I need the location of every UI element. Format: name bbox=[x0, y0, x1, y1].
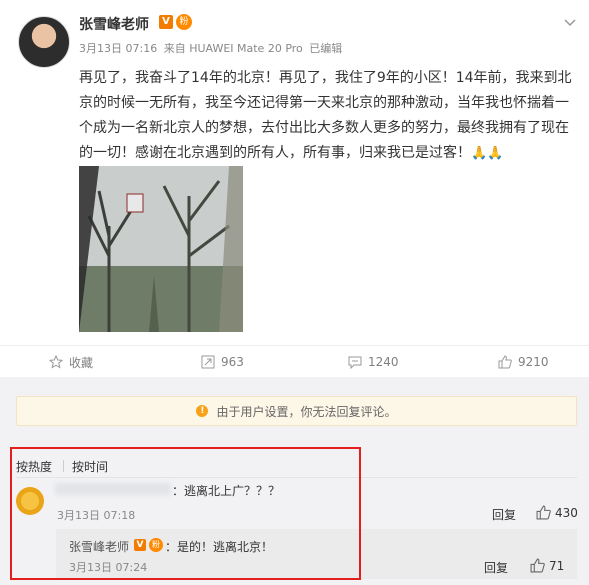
post-date[interactable]: 3月13日 07:16 bbox=[79, 42, 157, 55]
author-name[interactable]: 张雪峰老师 bbox=[79, 14, 149, 34]
comment-button[interactable]: 1240 bbox=[348, 346, 399, 378]
favorite-label: 收藏 bbox=[69, 355, 94, 370]
thumbs-up-icon bbox=[536, 505, 551, 520]
repost-button[interactable]: 963 bbox=[201, 346, 244, 378]
notice-text: 由于用户设置，你无法回复评论。 bbox=[216, 404, 397, 419]
star-icon bbox=[49, 355, 63, 369]
weibo-post: 张雪峰老师 V 粉 3月13日 07:16 来自 HUAWEI Mate 20 … bbox=[0, 0, 589, 585]
edited-label[interactable]: 已编辑 bbox=[309, 42, 342, 55]
like-button[interactable]: 9210 bbox=[498, 346, 549, 378]
repost-count: 963 bbox=[221, 355, 244, 369]
post-source: 来自 HUAWEI Mate 20 Pro bbox=[163, 42, 303, 55]
highlight-box bbox=[10, 447, 361, 580]
repost-icon bbox=[201, 355, 215, 369]
photo-scene bbox=[79, 166, 243, 332]
author-avatar[interactable] bbox=[18, 16, 70, 68]
sub-reply-reply-link[interactable]: 回复 bbox=[484, 559, 508, 576]
sub-reply-like-count: 71 bbox=[549, 558, 565, 573]
reply-disabled-notice: ! 由于用户设置，你无法回复评论。 bbox=[16, 396, 577, 426]
favorite-button[interactable]: 收藏 bbox=[49, 346, 93, 378]
action-bar: 收藏 963 1240 9210 bbox=[0, 345, 589, 378]
comment-reply-link[interactable]: 回复 bbox=[492, 506, 516, 523]
chevron-down-icon[interactable] bbox=[562, 14, 578, 30]
post-photo[interactable] bbox=[79, 166, 243, 332]
comment-icon bbox=[348, 356, 362, 369]
comment-like-button[interactable]: 430 bbox=[536, 505, 578, 520]
verified-badge-icon: V bbox=[159, 15, 173, 29]
thumbs-up-icon bbox=[530, 558, 545, 573]
post-meta: 3月13日 07:16 来自 HUAWEI Mate 20 Pro 已编辑 bbox=[79, 40, 345, 56]
pray-emoji: 🙏🙏 bbox=[471, 146, 504, 161]
comment-like-count: 430 bbox=[555, 505, 578, 520]
like-count: 9210 bbox=[518, 355, 549, 369]
thumbs-up-icon bbox=[498, 355, 512, 369]
warning-icon: ! bbox=[196, 405, 209, 417]
post-text: 再见了，我奋斗了14年的北京！再见了，我住了9年的小区！14年前，我来到北京的时… bbox=[79, 66, 579, 166]
sub-reply-like-button[interactable]: 71 bbox=[530, 558, 564, 573]
fan-badge-icon: 粉 bbox=[176, 14, 192, 30]
comment-count: 1240 bbox=[368, 355, 399, 369]
